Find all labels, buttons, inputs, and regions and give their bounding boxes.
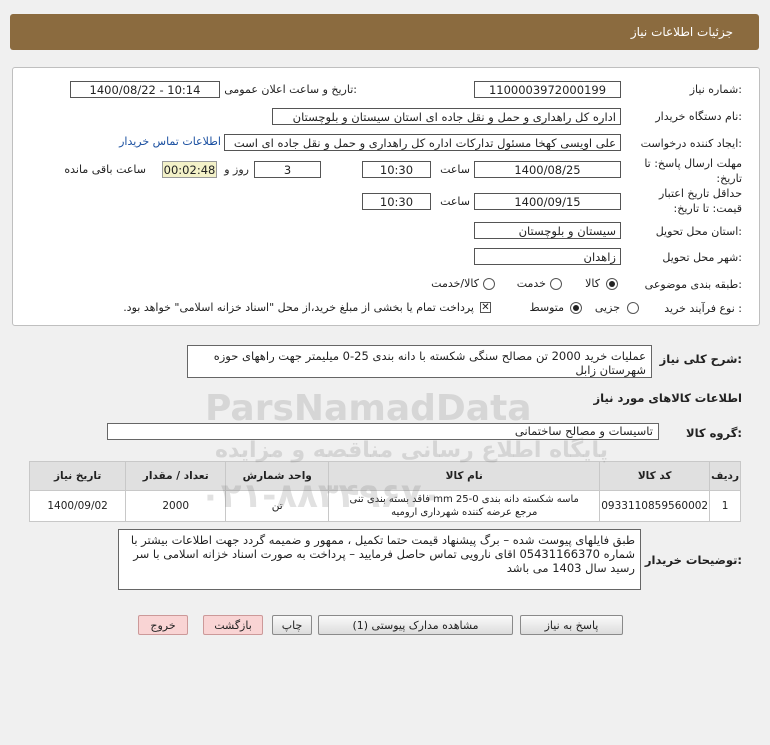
col-code: کد کالا — [599, 461, 711, 491]
cell-name: ماسه شکسته دانه بندی mm 25-0 فاقد بسته ب… — [328, 490, 601, 522]
payment-note: پرداخت تمام یا بخشی از مبلغ خرید،از محل … — [123, 301, 474, 314]
city-field: زاهدان — [474, 248, 621, 265]
deadline-time-label: ساعت — [440, 163, 470, 176]
validity-date-field: 1400/09/15 — [474, 193, 621, 210]
process-label: نوع فرآیند خرید : — [664, 302, 742, 315]
cell-name-line2: مرجع عرضه کننده شهرداری ارومیه — [391, 507, 538, 518]
province-field: سیستان و بلوچستان — [474, 222, 621, 239]
col-qty: تعداد / مقدار — [125, 461, 227, 491]
validity-time-field: 10:30 — [362, 193, 431, 210]
reply-button[interactable]: پاسخ به نیاز — [520, 615, 623, 635]
province-label: استان محل تحویل: — [655, 225, 742, 238]
category-label: طبقه بندی موضوعی: — [644, 278, 742, 291]
category-radio-both[interactable] — [483, 278, 495, 290]
buyer-org-label: نام دستگاه خریدار: — [655, 110, 742, 123]
goods-group-label: گروه کالا: — [686, 426, 742, 440]
need-number-label: شماره نیاز: — [689, 83, 742, 96]
buyer-notes-label: توضیحات خریدار: — [644, 553, 742, 567]
validity-time-label: ساعت — [440, 195, 470, 208]
goods-group-field: تاسیسات و مصالح ساختمانی — [107, 423, 659, 440]
process-radio-medium[interactable] — [570, 302, 582, 314]
deadline-time-field: 10:30 — [362, 161, 431, 178]
category-option-both: کالا/خدمت — [431, 277, 479, 290]
exit-button[interactable]: خروج — [138, 615, 188, 635]
cell-date: 1400/09/02 — [28, 490, 127, 522]
print-button[interactable]: چاپ — [272, 615, 312, 635]
remaining-time-field: 00:02:48 — [162, 161, 217, 178]
cell-name-line1: ماسه شکسته دانه بندی mm 25-0 فاقد بسته ب… — [349, 494, 579, 505]
days-field: 3 — [254, 161, 321, 178]
cell-unit: تن — [225, 490, 330, 522]
col-date: تاریخ نیاز — [28, 461, 127, 491]
back-button[interactable]: بازگشت — [203, 615, 263, 635]
watermark-tagline: پایگاه اطلاع رسانی مناقصه و مزایده — [215, 438, 608, 463]
deadline-label: مهلت ارسال پاسخ: تا تاریخ: — [644, 157, 742, 185]
category-option-service: خدمت — [516, 277, 546, 290]
buyer-org-field: اداره کل راهداری و حمل و نقل جاده ای است… — [272, 108, 621, 125]
col-unit: واحد شمارش — [225, 461, 330, 491]
process-radio-minor[interactable] — [627, 302, 639, 314]
contact-buyer-link[interactable]: اطلاعات تماس خریدار — [119, 135, 221, 148]
cell-code: 0933110859560002 — [599, 490, 711, 522]
city-label: شهر محل تحویل: — [662, 251, 742, 264]
validity-label: حداقل تاریخ اعتبار قیمت: تا تاریخ: — [658, 187, 742, 215]
remaining-label: ساعت باقی مانده — [64, 163, 146, 176]
process-option-medium: متوسط — [529, 301, 564, 314]
table-row: 1 0933110859560002 ماسه شکسته دانه بندی … — [28, 490, 741, 522]
need-number-field: 1100003972000199 — [474, 81, 621, 98]
page-title: جزئیات اطلاعات نیاز — [630, 25, 733, 39]
category-radio-goods[interactable] — [606, 278, 618, 290]
page-header: جزئیات اطلاعات نیاز — [10, 14, 759, 50]
requester-field: علی اویسی کهخا مسئول تدارکات اداره کل را… — [224, 134, 621, 151]
announce-label: تاریخ و ساعت اعلان عمومی: — [224, 83, 357, 96]
buyer-notes-text: طبق فایلهای پیوست شده – برگ پیشنهاد قیمت… — [118, 529, 641, 590]
table-header-row: ردیف کد کالا نام کالا واحد شمارش تعداد /… — [28, 461, 741, 491]
process-option-minor: جزیی — [594, 301, 620, 314]
category-option-goods: کالا — [585, 277, 600, 290]
goods-section-title: اطلاعات کالاهای مورد نیاز — [593, 391, 742, 405]
days-label: روز و — [224, 163, 249, 176]
goods-table: ردیف کد کالا نام کالا واحد شمارش تعداد /… — [28, 461, 741, 522]
col-row: ردیف — [709, 461, 741, 491]
announce-field: 1400/08/22 - 10:14 — [70, 81, 220, 98]
deadline-date-field: 1400/08/25 — [474, 161, 621, 178]
description-text: عملیات خرید 2000 تن مصالح سنگی شکسته با … — [187, 345, 652, 378]
treasury-payment-checkbox[interactable]: ✕ — [480, 302, 491, 313]
cell-qty: 2000 — [125, 490, 227, 522]
requester-label: ایجاد کننده درخواست: — [640, 137, 742, 150]
col-name: نام کالا — [328, 461, 601, 491]
category-radio-service[interactable] — [550, 278, 562, 290]
description-label: شرح کلی نیاز: — [659, 352, 742, 366]
cell-row: 1 — [709, 490, 741, 522]
view-attachments-button[interactable]: مشاهده مدارک پیوستی (1) — [318, 615, 513, 635]
